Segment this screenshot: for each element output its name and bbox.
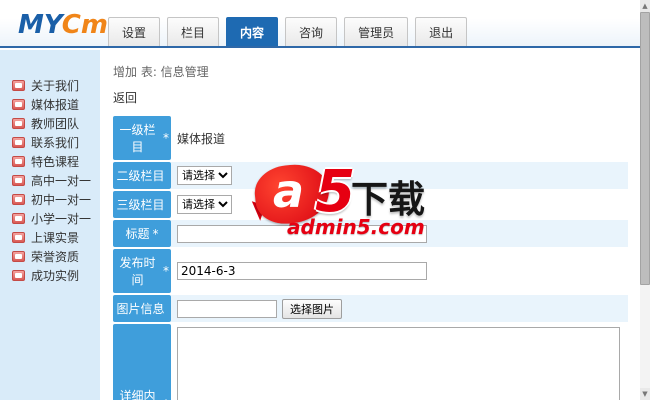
sidebar-item-courses[interactable]: 特色课程: [0, 152, 100, 171]
folder-icon: [12, 118, 25, 129]
sidebar-item-success[interactable]: 成功实例: [0, 266, 100, 285]
back-link[interactable]: 返回: [113, 89, 137, 106]
folder-icon: [12, 156, 25, 167]
tab-columns[interactable]: 栏目: [167, 17, 220, 46]
scroll-up-icon[interactable]: ▲: [640, 0, 650, 12]
field-value-detail: [171, 324, 628, 400]
field-label-level1: 一级栏目 *: [113, 116, 171, 160]
mycms-admin-page: MYCms 设置 栏目 内容 咨询 管理员 退出 关于我们 媒体报道 教师团队 …: [0, 0, 650, 400]
label-text: 详细内容: [119, 389, 156, 400]
folder-icon: [12, 80, 25, 91]
form-row-detail: 详细内容*: [113, 324, 628, 400]
field-value-level1: 媒体报道: [177, 131, 226, 146]
pubdate-input[interactable]: [177, 262, 427, 280]
field-value-title: [171, 220, 628, 247]
header: MYCms 设置 栏目 内容 咨询 管理员 退出: [0, 0, 640, 48]
required-mark: *: [163, 131, 169, 145]
folder-icon: [12, 137, 25, 148]
field-value-level3: 请选择: [171, 191, 628, 218]
folder-icon: [12, 270, 25, 281]
title-input[interactable]: [177, 224, 427, 243]
sidebar-item-honors[interactable]: 荣誉资质: [0, 247, 100, 266]
sidebar-item-label: 教师团队: [31, 117, 80, 131]
sidebar-item-teachers[interactable]: 教师团队: [0, 114, 100, 133]
required-mark: *: [152, 226, 159, 241]
label-text: 二级栏目: [116, 169, 165, 183]
label-text: 一级栏目: [119, 123, 156, 154]
required-mark: *: [163, 264, 169, 278]
sidebar-item-label: 高中一对一: [31, 174, 92, 188]
field-label-image: 图片信息: [113, 295, 171, 322]
field-label-level2: 二级栏目: [113, 162, 171, 189]
sidebar-item-label: 媒体报道: [31, 98, 80, 112]
level3-select[interactable]: 请选择: [177, 195, 232, 214]
field-label-title: 标题 *: [113, 220, 171, 247]
main-content: 增加 表: 信息管理 返回 一级栏目 * 媒体报道 二级栏目 请选择 三级栏目 请…: [113, 50, 628, 400]
folder-icon: [12, 251, 25, 262]
sidebar-item-about[interactable]: 关于我们: [0, 76, 100, 95]
form-row-level3: 三级栏目 请选择: [113, 191, 628, 218]
sidebar-item-label: 初中一对一: [31, 193, 92, 207]
sidebar-item-primaryschool[interactable]: 小学一对一: [0, 209, 100, 228]
tab-content[interactable]: 内容: [226, 17, 279, 46]
form-row-title: 标题 *: [113, 220, 628, 247]
form-row-level1: 一级栏目 * 媒体报道: [113, 116, 628, 160]
label-text: 图片信息: [116, 302, 165, 316]
folder-icon: [12, 99, 25, 110]
detail-content-textarea[interactable]: [177, 327, 620, 400]
field-value-pubdate: [171, 249, 628, 293]
field-value-image: 选择图片: [171, 295, 628, 322]
sidebar: 关于我们 媒体报道 教师团队 联系我们 特色课程 高中一对一 初中一对一 小学一…: [0, 50, 100, 400]
sidebar-item-label: 关于我们: [31, 79, 80, 93]
field-label-detail: 详细内容*: [113, 324, 171, 400]
sidebar-item-media[interactable]: 媒体报道: [0, 95, 100, 114]
folder-icon: [12, 232, 25, 243]
form-row-pubdate: 发布时间 *: [113, 249, 628, 293]
breadcrumb: 增加 表: 信息管理: [113, 65, 209, 79]
image-path-input[interactable]: [177, 299, 277, 318]
form-row-level2: 二级栏目 请选择: [113, 162, 628, 189]
sidebar-item-label: 上课实景: [31, 231, 80, 245]
sidebar-item-label: 小学一对一: [31, 212, 92, 226]
folder-icon: [12, 213, 25, 224]
form-row-image: 图片信息 选择图片: [113, 295, 628, 322]
field-label-level3: 三级栏目: [113, 191, 171, 218]
logo-part-my: MY: [18, 10, 62, 40]
field-value-level2: 请选择: [171, 162, 628, 189]
tab-admin[interactable]: 管理员: [344, 17, 409, 46]
sidebar-item-contact[interactable]: 联系我们: [0, 133, 100, 152]
label-text: 三级栏目: [116, 198, 165, 212]
tab-settings[interactable]: 设置: [108, 17, 161, 46]
tab-logout[interactable]: 退出: [415, 17, 468, 46]
select-image-button[interactable]: 选择图片: [282, 298, 342, 319]
main-nav-tabs: 设置 栏目 内容 咨询 管理员 退出: [108, 17, 468, 46]
sidebar-item-label: 联系我们: [31, 136, 80, 150]
sidebar-item-label: 成功实例: [31, 269, 80, 283]
sidebar-item-label: 荣誉资质: [31, 250, 80, 264]
scrollbar-thumb[interactable]: [640, 12, 650, 285]
tab-consult[interactable]: 咨询: [285, 17, 338, 46]
folder-icon: [12, 175, 25, 186]
folder-icon: [12, 194, 25, 205]
add-info-form: 一级栏目 * 媒体报道 二级栏目 请选择 三级栏目 请选择 标题 * 发布时间 …: [113, 116, 628, 400]
field-label-pubdate: 发布时间 *: [113, 249, 171, 293]
sidebar-item-label: 特色课程: [31, 155, 80, 169]
scroll-down-icon[interactable]: ▼: [640, 388, 650, 400]
label-text: 发布时间: [119, 256, 156, 287]
sidebar-item-highschool[interactable]: 高中一对一: [0, 171, 100, 190]
label-text: 标题: [125, 227, 150, 241]
sidebar-item-middleschool[interactable]: 初中一对一: [0, 190, 100, 209]
vertical-scrollbar[interactable]: ▲ ▼: [640, 0, 650, 400]
level2-select[interactable]: 请选择: [177, 166, 232, 185]
sidebar-item-classroom[interactable]: 上课实景: [0, 228, 100, 247]
